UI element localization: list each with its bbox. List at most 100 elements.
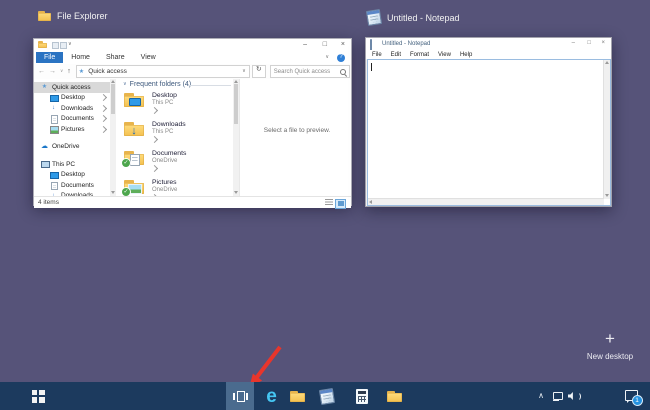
folder-icon <box>38 41 47 48</box>
folder-tile-pictures[interactable]: Pictures OneDrive <box>121 178 229 196</box>
close-button[interactable] <box>341 41 345 48</box>
folder-tile-downloads[interactable]: Downloads This PC <box>124 120 229 147</box>
menu-help[interactable]: Help <box>460 52 472 58</box>
thumbnail-label-notepad[interactable]: Untitled - Notepad <box>365 8 460 27</box>
vertical-scrollbar[interactable] <box>603 60 610 199</box>
scroll-down-icon[interactable] <box>111 191 115 194</box>
file-explorer-window-thumbnail[interactable]: File Home Share View Quick access Search… <box>33 38 352 209</box>
scroll-up-icon[interactable] <box>605 61 609 64</box>
file-explorer-icon <box>290 390 305 402</box>
onedrive-synced-icon <box>121 187 131 196</box>
refresh-button[interactable] <box>251 65 266 78</box>
recent-locations-icon[interactable] <box>60 69 63 74</box>
start-button[interactable] <box>18 382 58 410</box>
action-center-button[interactable]: 1 <box>618 382 644 410</box>
nav-item-desktop[interactable]: Desktop <box>34 93 110 104</box>
taskbar-calculator-button[interactable] <box>348 382 375 410</box>
task-view-screen: File Explorer File Home Share View <box>0 0 650 410</box>
volume-icon <box>568 391 581 401</box>
task-view-icon <box>232 390 248 402</box>
group-heading[interactable]: Frequent folders (4) <box>123 81 191 88</box>
downloads-folder-icon <box>124 121 144 137</box>
taskbar-folder-button[interactable] <box>381 382 408 410</box>
nav-item-downloads[interactable]: Downloads <box>34 103 110 114</box>
details-view-icon[interactable] <box>325 199 333 206</box>
pin-icon <box>99 104 108 112</box>
nav-item-desktop-pc[interactable]: Desktop <box>34 170 110 181</box>
ribbon-tab-bar: File Home Share View <box>34 51 351 65</box>
menu-edit[interactable]: Edit <box>391 52 401 58</box>
tray-network-button[interactable] <box>550 382 566 410</box>
address-dropdown-icon[interactable] <box>242 69 246 74</box>
menu-file[interactable]: File <box>372 52 382 58</box>
back-button[interactable] <box>38 68 45 75</box>
tray-show-hidden-icons-button[interactable] <box>532 382 550 410</box>
nav-item-documents[interactable]: Documents <box>34 114 110 125</box>
desktop-folder-icon <box>124 92 144 108</box>
folder-tile-documents[interactable]: Documents OneDrive <box>121 149 229 176</box>
scroll-up-icon[interactable] <box>111 80 115 83</box>
address-text: Quick access <box>88 68 127 75</box>
thumbnail-view-icon[interactable] <box>335 198 346 209</box>
nav-item-this-pc[interactable]: This PC <box>34 159 110 170</box>
nav-item-pictures[interactable]: Pictures <box>34 124 110 135</box>
nav-item-onedrive[interactable]: OneDrive <box>34 142 110 153</box>
up-button[interactable] <box>67 68 71 75</box>
help-icon[interactable] <box>337 53 345 62</box>
documents-icon <box>49 181 58 191</box>
downloads-icon <box>49 105 58 111</box>
collapse-group-icon[interactable] <box>123 82 127 87</box>
close-button[interactable] <box>601 40 605 46</box>
taskbar-notepad-button[interactable] <box>313 382 340 410</box>
ribbon-tab-share[interactable]: Share <box>98 52 133 63</box>
search-icon <box>339 68 347 76</box>
minimize-button[interactable] <box>572 40 575 46</box>
folder-tile-desktop[interactable]: Desktop This PC <box>124 91 229 118</box>
notepad-titlebar[interactable]: Untitled - Notepad <box>366 38 611 58</box>
maximize-button[interactable] <box>323 41 327 48</box>
minimize-button[interactable] <box>303 41 307 48</box>
forward-button[interactable] <box>49 68 56 75</box>
explorer-search-box[interactable]: Search Quick access <box>269 65 350 78</box>
qat-icon[interactable] <box>60 42 67 49</box>
qat-icon[interactable] <box>52 42 59 49</box>
scroll-down-icon[interactable] <box>605 194 609 197</box>
preview-placeholder-text: Select a file to preview. <box>263 127 331 134</box>
horizontal-scrollbar[interactable] <box>368 198 604 205</box>
ribbon-tab-view[interactable]: View <box>133 52 164 63</box>
new-desktop-button[interactable]: New desktop <box>570 330 650 361</box>
scroll-up-icon[interactable] <box>234 80 238 83</box>
notification-badge: 1 <box>631 395 643 406</box>
address-bar[interactable]: Quick access <box>75 65 250 78</box>
scrollbar-thumb[interactable] <box>111 84 115 114</box>
nav-item-quick-access[interactable]: Quick access <box>34 82 110 93</box>
task-view-button[interactable] <box>226 382 254 410</box>
notepad-icon <box>318 387 335 405</box>
plus-icon <box>605 330 615 347</box>
tray-volume-button[interactable] <box>566 382 582 410</box>
scroll-left-icon[interactable] <box>369 200 372 204</box>
ribbon-tab-home[interactable]: Home <box>63 52 98 63</box>
explorer-body: Quick access Desktop Downloads Documents <box>34 79 351 196</box>
explorer-search-placeholder: Search Quick access <box>273 68 331 75</box>
scrollbar-thumb[interactable] <box>234 84 238 124</box>
ribbon-collapse-icon[interactable] <box>325 55 329 60</box>
thumbnail-label-file-explorer[interactable]: File Explorer <box>38 10 108 21</box>
pictures-icon <box>49 126 59 134</box>
chevron-up-icon <box>538 392 544 400</box>
ribbon-tab-file[interactable]: File <box>36 52 64 63</box>
file-explorer-titlebar[interactable] <box>34 39 351 51</box>
notepad-window-thumbnail[interactable]: Untitled - Notepad File Edit Format View… <box>365 37 612 207</box>
menu-format[interactable]: Format <box>410 52 429 58</box>
qat-dropdown-icon[interactable] <box>68 42 72 47</box>
menu-view[interactable]: View <box>438 52 451 58</box>
notepad-text-area[interactable] <box>367 59 611 206</box>
taskbar-edge-button[interactable] <box>258 382 285 410</box>
window-title: Untitled - Notepad <box>382 41 431 47</box>
scroll-down-icon[interactable] <box>234 191 238 194</box>
explorer-address-toolbar: Quick access Search Quick access <box>34 64 351 80</box>
desktop-icon <box>49 171 59 179</box>
maximize-button[interactable] <box>587 40 591 46</box>
taskbar-file-explorer-button[interactable] <box>284 382 311 410</box>
nav-item-documents-pc[interactable]: Documents <box>34 180 110 191</box>
